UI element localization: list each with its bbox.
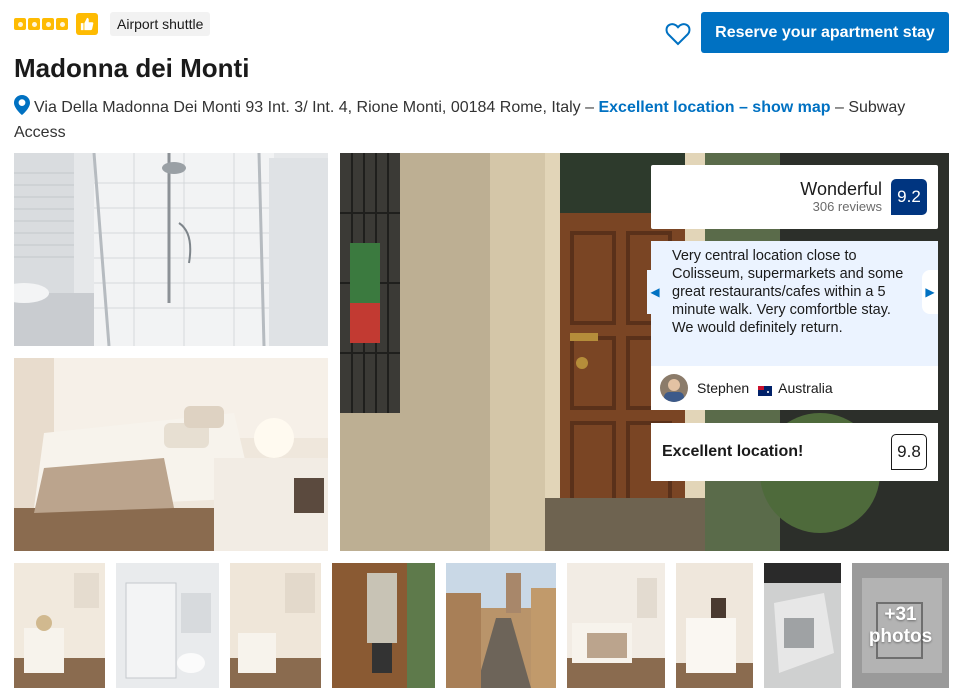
review-count: 306 reviews <box>812 199 882 214</box>
gallery-thumbnail[interactable] <box>14 563 105 688</box>
reserve-button[interactable]: Reserve your apartment stay <box>701 12 949 53</box>
gallery-thumbnail[interactable] <box>230 563 321 688</box>
location-label: Excellent location! <box>662 443 804 460</box>
chevron-right-icon: ▶ <box>925 285 935 299</box>
address-separator: – <box>830 99 849 116</box>
location-score-badge: 9.8 <box>891 434 927 470</box>
star-icon <box>42 18 54 30</box>
more-photos-tile[interactable]: +31 photos <box>852 563 949 688</box>
property-address: Via Della Madonna Dei Monti 93 Int. 3/ I… <box>14 95 934 145</box>
location-score-card[interactable]: Excellent location! 9.8 <box>651 423 938 481</box>
star-icon <box>56 18 68 30</box>
gallery-thumbnail[interactable] <box>116 563 219 688</box>
star-icon <box>14 18 26 30</box>
bedroom-photo[interactable] <box>14 358 328 551</box>
badges-row: Airport shuttle <box>14 10 211 38</box>
gallery-thumbnail[interactable] <box>764 563 841 688</box>
review-score-card[interactable]: Wonderful 306 reviews 9.2 <box>651 165 938 229</box>
review-score-badge: 9.2 <box>891 179 927 215</box>
reviewer-country: Australia <box>778 380 833 396</box>
guest-review-quote: Very central location close to Colisseum… <box>651 241 938 366</box>
address-text: Via Della Madonna Dei Monti 93 Int. 3/ I… <box>34 99 581 116</box>
airport-shuttle-tag: Airport shuttle <box>110 12 211 36</box>
reviewer-name: Stephen <box>697 380 750 396</box>
more-photos-label: photos <box>868 625 933 647</box>
next-review-arrow[interactable]: ▶ <box>922 270 938 314</box>
chevron-left-icon: ◀ <box>650 285 660 299</box>
address-separator: – <box>580 99 599 116</box>
rating-word: Wonderful <box>800 179 882 199</box>
property-title: Madonna dei Monti <box>14 53 250 83</box>
star-rating <box>14 18 68 30</box>
star-icon <box>28 18 40 30</box>
gallery-thumbnail[interactable] <box>332 563 435 688</box>
thumbs-up-icon <box>76 13 98 35</box>
reviewer-info: Stephen Australia <box>651 366 938 410</box>
reviewer-avatar <box>660 374 688 402</box>
previous-review-arrow[interactable]: ◀ <box>647 270 663 314</box>
more-photos-count: +31 <box>884 603 917 625</box>
gallery-thumbnail[interactable] <box>676 563 753 688</box>
bathroom-photo[interactable] <box>14 153 328 346</box>
gallery-thumbnail[interactable] <box>567 563 665 688</box>
map-pin-icon <box>14 95 30 115</box>
show-map-link[interactable]: Excellent location – show map <box>598 99 830 116</box>
australia-flag-icon <box>758 383 773 396</box>
gallery-thumbnail[interactable] <box>446 563 556 688</box>
save-heart-icon[interactable] <box>664 20 692 48</box>
